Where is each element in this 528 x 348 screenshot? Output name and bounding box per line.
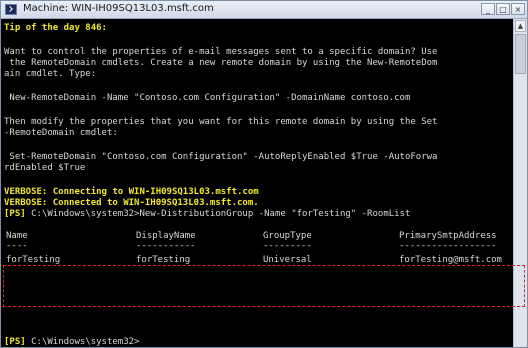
prompt-label: [PS] [4, 209, 26, 219]
table-underline: ---- [6, 241, 28, 251]
prompt-path: C:\Windows\system32> [31, 337, 140, 347]
highlight-box [3, 265, 525, 307]
scroll-thumb[interactable] [515, 34, 526, 74]
verbose-line: VERBOSE: Connected to WIN-IH09SQ13L03.ms… [4, 198, 259, 208]
tip-text-line: -RemoteDomain cmdlet: [4, 128, 118, 138]
maximize-button[interactable]: □ [496, 3, 510, 15]
tip-text-line: ain cmdlet. Type: [4, 69, 97, 79]
minimize-button[interactable]: _ [481, 3, 495, 15]
entered-command: New-DistributionGroup -Name "forTesting"… [139, 209, 411, 219]
table-underline: ------------------ [399, 241, 497, 251]
tip-text-line: the RemoteDomain cmdlets. Create a new r… [4, 58, 438, 68]
final-prompt-line: [PS] C:\Windows\system32> [4, 337, 139, 347]
example-command: New-RemoteDomain -Name "Contoso.com Conf… [4, 93, 411, 103]
command-prompt-line: [PS] C:\Windows\system32>New-Distributio… [4, 209, 410, 220]
close-button[interactable]: × [511, 3, 525, 15]
tip-text-line: Then modify the properties that you want… [4, 117, 438, 127]
table-underline: ----------- [136, 241, 196, 251]
prompt-path: C:\Windows\system32> [31, 209, 140, 219]
window-controls: _ □ × [481, 3, 525, 15]
window-title: Machine: WIN-IH09SQ13L03.msft.com [23, 3, 214, 14]
table-underline: --------- [263, 241, 312, 251]
scroll-up-icon[interactable]: ▲ [515, 20, 526, 32]
prompt-label: [PS] [4, 337, 26, 347]
verbose-line: VERBOSE: Connecting to WIN-IH09SQ13L03.m… [4, 187, 259, 197]
tip-text-line: Want to control the properties of e-mail… [4, 47, 438, 57]
example-command: rdEnabled $True [4, 163, 86, 173]
powershell-icon [5, 4, 17, 15]
tip-title: Tip of the day 846: [4, 23, 107, 33]
title-bar[interactable]: Machine: WIN-IH09SQ13L03.msft.com _ □ × [1, 1, 527, 19]
example-command: Set-RemoteDomain "Contoso.com Configurat… [4, 152, 438, 162]
